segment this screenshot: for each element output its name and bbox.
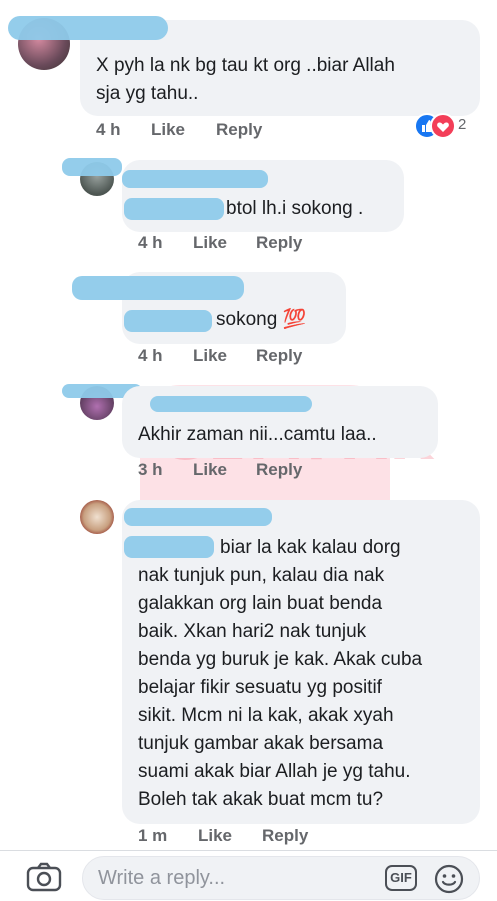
comment-time: 4 h: [138, 346, 163, 365]
comment-text: sokong 💯: [216, 309, 307, 330]
comment-time: 3 h: [138, 460, 163, 479]
gif-icon[interactable]: GIF: [385, 865, 417, 891]
reply-placeholder: Write a reply...: [98, 867, 226, 889]
redacted-name: [72, 276, 244, 300]
reply-button[interactable]: Reply: [216, 120, 262, 140]
reply-button[interactable]: Reply: [262, 826, 308, 846]
like-button[interactable]: Like: [193, 460, 227, 480]
comment-text: biar la kak kalau dorg nak tunjuk pun, k…: [138, 537, 423, 810]
reply-button[interactable]: Reply: [256, 346, 302, 366]
reply-button[interactable]: Reply: [256, 460, 302, 480]
like-button[interactable]: Like: [198, 826, 232, 846]
like-button[interactable]: Like: [193, 233, 227, 253]
redacted-name: [124, 508, 272, 526]
emoji-icon[interactable]: [433, 863, 465, 895]
redacted-name: [122, 170, 268, 188]
redacted-name: [62, 158, 122, 176]
avatar[interactable]: [80, 500, 114, 534]
gif-label: GIF: [390, 870, 412, 885]
camera-icon[interactable]: [26, 862, 62, 892]
comment-time: 4 h: [138, 233, 163, 252]
comment-time: 1 m: [138, 826, 168, 845]
love-reaction-icon: [430, 113, 456, 139]
redacted-name: [150, 396, 312, 412]
redacted-tag: [124, 198, 224, 220]
comment-text: btol lh.i sokong .: [226, 198, 364, 219]
like-button[interactable]: Like: [151, 120, 185, 140]
reaction-count: 2: [458, 116, 467, 133]
redacted-tag: [124, 310, 212, 332]
redacted-name: [8, 16, 168, 40]
reply-button[interactable]: Reply: [256, 233, 302, 253]
comment-time: 4 h: [96, 120, 121, 139]
comment-text: X pyh la nk bg tau kt org ..biar Allah s…: [96, 55, 395, 104]
like-button[interactable]: Like: [193, 346, 227, 366]
comment-text: Akhir zaman nii...camtu laa..: [138, 424, 377, 445]
